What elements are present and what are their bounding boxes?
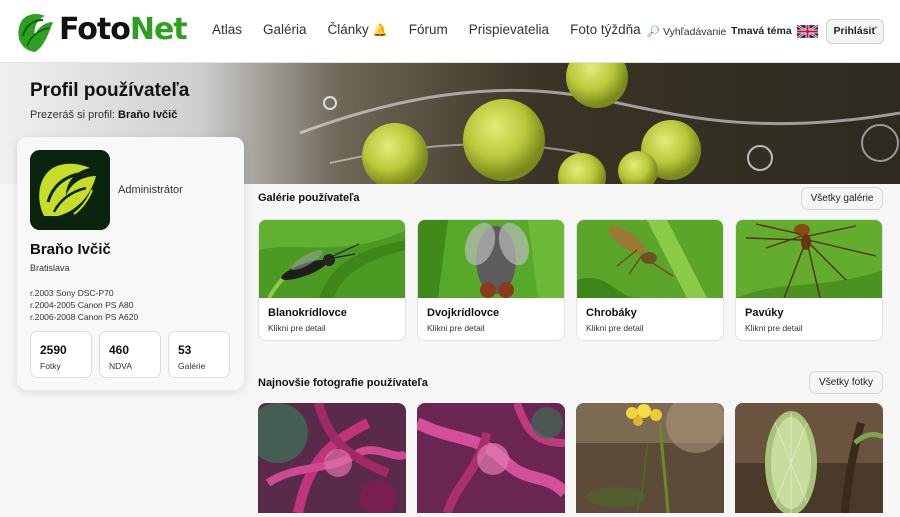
gallery-thumbnail-beetle [577,220,723,298]
stat-label: NDVA [109,361,132,371]
photo-thumbnail[interactable] [258,403,406,513]
gallery-name: Blanokrídlovce [268,307,347,319]
login-button[interactable]: Prihlásiť [826,19,884,44]
fotonet-logo[interactable]: FotoNet [15,6,190,58]
dark-mode-toggle[interactable]: Tmavá téma [731,25,792,37]
gallery-detail-hint: Klikni pre detail [268,323,326,333]
search-icon: 🔎︎ [646,26,660,38]
logo-wordmark-foto: Foto [59,12,131,47]
main-nav: Atlas Galéria Články 🔔 Fórum Prispievatel… [212,22,641,37]
stat-label: Fotky [40,361,61,371]
nav-item-clanky[interactable]: Články 🔔 [328,22,388,37]
nav-item-forum[interactable]: Fórum [409,22,448,37]
user-role: Administrátor [118,184,183,196]
profile-card: Administrátor Braňo Ivčič Bratislava r.2… [17,137,244,390]
butterfly-logo-icon [18,14,53,52]
gallery-detail-hint: Klikni pre detail [586,323,644,333]
stat-ndva[interactable]: 460 NDVA [99,331,161,378]
user-city: Bratislava [30,263,70,273]
logo-wordmark-net: Net [129,12,188,47]
search-link[interactable]: 🔎︎ Vyhľadávanie [646,25,726,38]
butterfly-avatar-icon [30,150,110,230]
gallery-name: Pavúky [745,307,784,319]
nav-item-foto-tyzdna[interactable]: Foto týždňa [570,22,641,37]
user-name: Braňo Ivčič [30,241,111,258]
gallery-card-pavuky[interactable]: Pavúky Klikni pre detail [735,219,883,341]
nav-item-prispievatelia[interactable]: Prispievatelia [469,22,549,37]
viewing-profile-line: Prezeráš si profil: Braňo Ivčič [30,109,177,121]
nav-item-atlas[interactable]: Atlas [212,22,242,37]
gallery-card-blanokridlovce[interactable]: Blanokrídlovce Klikni pre detail [258,219,406,341]
all-photos-button[interactable]: Všetky fotky [809,371,883,394]
logo-wordmark: FotoNet [59,10,188,50]
uk-flag-icon[interactable] [797,25,818,38]
stat-value: 53 [178,343,192,357]
photo-purple-plant-1 [258,403,406,513]
gallery-name: Chrobáky [586,307,637,319]
gallery-thumbnail-fly [418,220,564,298]
photo-willow-catkin [735,403,883,513]
stat-value: 460 [109,343,130,357]
gallery-card-dvojkridlovce[interactable]: Dvojkrídlovce Klikni pre detail [417,219,565,341]
photo-thumbnail[interactable] [576,403,724,513]
bell-icon: 🔔 [372,23,388,37]
gallery-name: Dvojkrídlovce [427,307,500,319]
photo-yellow-flower [576,403,724,513]
camera-item: r.2006-2008 Canon PS A620 [30,312,139,322]
gallery-thumbnail-wasp [259,220,405,298]
gallery-detail-hint: Klikni pre detail [745,323,803,333]
all-galleries-button[interactable]: Všetky galérie [801,187,883,210]
photo-purple-plant-2 [417,403,565,513]
gallery-card-chrobaky[interactable]: Chrobáky Klikni pre detail [576,219,724,341]
viewing-profile-prefix: Prezeráš si profil: [30,109,115,121]
viewing-profile-name: Braňo Ivčič [118,109,178,121]
gallery-thumbnail-spider [736,220,882,298]
stat-value: 2590 [40,343,67,357]
nav-item-clanky-label: Články [327,22,369,37]
photo-thumbnail[interactable] [417,403,565,513]
search-label: Vyhľadávanie [662,26,727,38]
camera-item: r.2004-2005 Canon PS A80 [30,300,134,310]
gallery-detail-hint: Klikni pre detail [427,323,485,333]
photo-thumbnail[interactable] [735,403,883,513]
page-title: Profil používateľa [30,80,190,101]
camera-list: r.2003 Sony DSC-P70 r.2004-2005 Canon PS… [30,287,138,323]
stat-galleries[interactable]: 53 Galérie [168,331,230,378]
avatar [30,150,110,230]
camera-item: r.2003 Sony DSC-P70 [30,288,114,298]
galleries-section-title: Galérie používateľa [258,192,360,204]
latest-photos-section-title: Najnovšie fotografie používateľa [258,377,428,389]
stat-label: Galérie [178,361,206,371]
stat-photos[interactable]: 2590 Fotky [30,331,92,378]
top-navigation-bar: FotoNet Atlas Galéria Články 🔔 Fórum Pris… [0,0,900,63]
nav-item-galeria[interactable]: Galéria [263,22,307,37]
